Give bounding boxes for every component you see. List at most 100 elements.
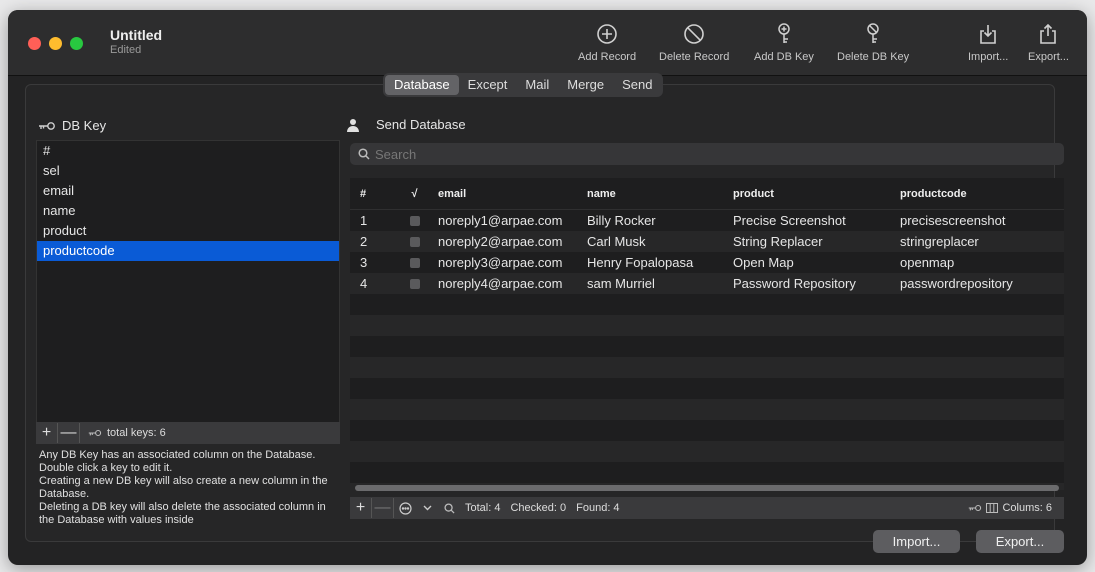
- db-key-item[interactable]: product: [37, 221, 339, 241]
- cell-number: 2: [360, 234, 368, 249]
- tab-database[interactable]: Database: [385, 75, 459, 95]
- tab-merge[interactable]: Merge: [558, 75, 613, 95]
- window-subtitle: Edited: [110, 44, 142, 56]
- delete-record-label: Delete Record: [659, 51, 730, 63]
- search-field[interactable]: [350, 143, 1064, 165]
- column-header-product[interactable]: product: [729, 188, 896, 200]
- db-key-item[interactable]: #: [37, 141, 339, 161]
- row-checkbox[interactable]: [409, 257, 420, 268]
- key-add-icon: [778, 23, 790, 43]
- options-dropdown[interactable]: [416, 505, 438, 511]
- cell-name: Billy Rocker: [587, 213, 656, 228]
- columns-count: Colums: 6: [968, 502, 1052, 514]
- empty-row: [350, 357, 1064, 378]
- db-key-item[interactable]: name: [37, 201, 339, 221]
- column-header-email[interactable]: email: [434, 188, 583, 200]
- tab-mail[interactable]: Mail: [516, 75, 558, 95]
- chevron-down-icon: [423, 505, 431, 511]
- db-key-header: DB Key: [38, 118, 106, 133]
- cell-check[interactable]: [395, 236, 434, 247]
- table-row[interactable]: 1 noreply1@arpae.com Billy Rocker Precis…: [350, 210, 1064, 231]
- export-button[interactable]: Export...: [976, 530, 1064, 553]
- remove-row-button[interactable]: —: [372, 498, 394, 518]
- cell-check[interactable]: [395, 257, 434, 268]
- more-options-button[interactable]: [394, 501, 416, 515]
- row-checkbox[interactable]: [409, 236, 420, 247]
- add-db-key-button[interactable]: Add DB Key: [754, 22, 814, 63]
- db-key-item-selected[interactable]: productcode: [37, 241, 339, 261]
- send-database-header: Send Database: [346, 117, 466, 132]
- delete-db-key-button[interactable]: Delete DB Key: [837, 22, 909, 63]
- search-input[interactable]: [375, 146, 975, 162]
- cell-check[interactable]: [395, 278, 434, 289]
- more-icon: [398, 501, 412, 515]
- records-footer: + — Total: 4 Checked: 0 Found: 4 Colums:…: [350, 497, 1064, 519]
- db-key-footer: + — total keys: 6: [36, 422, 340, 444]
- view-tabs: Database Except Mail Merge Send: [383, 73, 664, 97]
- table-row[interactable]: 4 noreply4@arpae.com sam Murriel Passwor…: [350, 273, 1064, 294]
- person-icon: [347, 118, 359, 132]
- cell-email: noreply4@arpae.com: [438, 276, 563, 291]
- add-key-button[interactable]: +: [36, 423, 58, 443]
- table-row[interactable]: 2 noreply2@arpae.com Carl Musk String Re…: [350, 231, 1064, 252]
- empty-row: [350, 336, 1064, 357]
- cell-product: Open Map: [733, 255, 794, 270]
- table-row[interactable]: 3 noreply3@arpae.com Henry Fopalopasa Op…: [350, 252, 1064, 273]
- empty-row: [350, 399, 1064, 420]
- cell-email: noreply1@arpae.com: [438, 213, 563, 228]
- columns-icon: [986, 503, 999, 513]
- help-line: Deleting a DB key will also delete the a…: [39, 501, 326, 526]
- cell-productcode: passwordrepository: [900, 276, 1013, 291]
- import-toolbar-button[interactable]: Import...: [968, 22, 1008, 63]
- table-body: 1 noreply1@arpae.com Billy Rocker Precis…: [350, 210, 1064, 490]
- window-controls: [28, 37, 83, 50]
- db-key-list[interactable]: # sel email name product productcode: [36, 140, 340, 434]
- tab-send[interactable]: Send: [613, 75, 661, 95]
- cell-check[interactable]: [395, 215, 434, 226]
- remove-key-button[interactable]: —: [58, 423, 80, 443]
- window-title: Untitled: [110, 27, 163, 43]
- delete-db-key-label: Delete DB Key: [837, 51, 910, 63]
- add-record-button[interactable]: Add Record: [578, 22, 636, 63]
- column-header-number[interactable]: #: [350, 188, 395, 200]
- import-button[interactable]: Import...: [873, 530, 960, 553]
- key-icon: [88, 429, 102, 437]
- db-key-item[interactable]: sel: [37, 161, 339, 181]
- empty-row: [350, 420, 1064, 441]
- close-button[interactable]: [28, 37, 41, 50]
- db-key-item[interactable]: email: [37, 181, 339, 201]
- search-icon: [358, 148, 370, 160]
- row-checkbox[interactable]: [409, 215, 420, 226]
- total-count: Total: 4: [465, 502, 501, 514]
- cell-number: 3: [360, 255, 368, 270]
- tab-except[interactable]: Except: [459, 75, 517, 95]
- send-database-title: Send Database: [376, 117, 466, 132]
- no-entry-icon: [684, 24, 704, 44]
- import-icon: [980, 25, 996, 44]
- column-header-productcode[interactable]: productcode: [896, 188, 1064, 200]
- export-icon: [1040, 23, 1057, 44]
- row-checkbox[interactable]: [409, 278, 420, 289]
- records-table: # √ email name product productcode 1 nor…: [350, 178, 1064, 490]
- plus-circle-icon: [597, 24, 617, 44]
- horizontal-scrollbar[interactable]: [355, 485, 1059, 491]
- table-header: # √ email name product productcode: [350, 178, 1064, 210]
- cell-product: String Replacer: [733, 234, 823, 249]
- export-toolbar-label: Export...: [1028, 51, 1069, 63]
- export-toolbar-button[interactable]: Export...: [1028, 22, 1069, 63]
- delete-record-button[interactable]: Delete Record: [659, 22, 729, 63]
- key-icon: [969, 504, 982, 512]
- zoom-button[interactable]: [70, 37, 83, 50]
- minimize-button[interactable]: [49, 37, 62, 50]
- empty-row: [350, 441, 1064, 462]
- cell-productcode: openmap: [900, 255, 955, 270]
- checked-count: Checked: 0: [510, 502, 567, 514]
- cell-productcode: stringreplacer: [900, 234, 979, 249]
- empty-row: [350, 378, 1064, 399]
- column-header-name[interactable]: name: [583, 188, 729, 200]
- add-row-button[interactable]: +: [350, 498, 372, 518]
- key-icon: [39, 121, 55, 130]
- cell-name: Carl Musk: [587, 234, 646, 249]
- column-header-check[interactable]: √: [395, 188, 434, 200]
- cell-number: 1: [360, 213, 368, 228]
